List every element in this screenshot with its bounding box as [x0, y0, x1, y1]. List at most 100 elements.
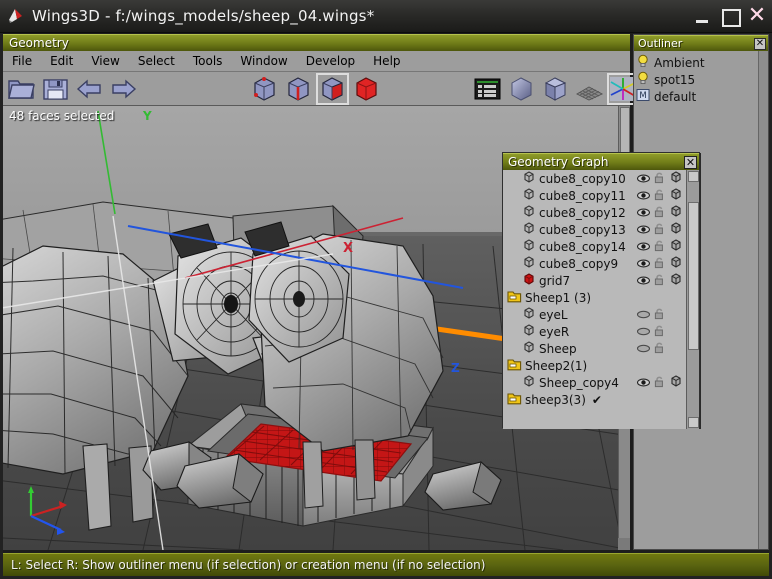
object-name: grid7	[539, 273, 571, 288]
geometry-graph-row[interactable]: Sheep	[503, 340, 699, 357]
geometry-graph-close-icon[interactable]: ✕	[684, 155, 697, 169]
window-title: Wings3D - f:/wings_models/sheep_04.wings…	[32, 7, 375, 25]
eye-open-icon[interactable]	[636, 373, 651, 392]
viewport-status-text: 48 faces selected	[9, 109, 115, 123]
save-file-icon[interactable]	[40, 74, 71, 104]
body-mode-icon[interactable]	[351, 74, 382, 104]
face-mode-icon[interactable]	[316, 72, 349, 105]
menu-item-view[interactable]: View	[82, 53, 128, 70]
geometry-graph-row[interactable]: cube8_copy9	[503, 255, 699, 272]
wireframe-cube-icon[interactable]	[669, 271, 683, 290]
vertex-mode-icon[interactable]	[249, 74, 280, 104]
open-file-icon[interactable]	[6, 74, 37, 104]
material-m-icon: M	[636, 87, 650, 106]
geometry-graph-scrollbar[interactable]	[686, 170, 699, 429]
properties-panel-icon[interactable]	[472, 74, 503, 104]
geometry-graph-list: cube8_copy10 cube8_copy11 cube8_copy12 c…	[503, 170, 699, 429]
geometry-panel-title: Geometry	[9, 36, 69, 50]
geometry-graph-row[interactable]: cube8_copy14	[503, 238, 699, 255]
geometry-graph-row[interactable]: grid7	[503, 272, 699, 289]
lock-open-icon[interactable]	[654, 271, 665, 290]
axis-label-z: Z	[451, 361, 460, 375]
lock-open-icon[interactable]	[654, 373, 665, 392]
flat-shade-icon[interactable]	[540, 74, 571, 104]
wings3d-window: Wings3D - f:/wings_models/sheep_04.wings…	[0, 0, 772, 579]
window-controls: ✕	[687, 0, 772, 32]
outliner-scrollbar[interactable]	[758, 51, 768, 549]
menu-item-select[interactable]: Select	[129, 53, 184, 70]
scroll-up-icon[interactable]	[688, 171, 699, 182]
wire-cube-icon	[522, 373, 536, 392]
menu-item-file[interactable]: File	[3, 53, 41, 70]
geometry-graph-row[interactable]: cube8_copy13	[503, 221, 699, 238]
folder-name: Sheep2(1)	[525, 358, 588, 373]
menu-bar: File Edit View Select Tools Window Devel…	[3, 51, 630, 72]
geometry-graph-window: Geometry Graph ✕ cube8_copy10 cube8_copy…	[502, 152, 700, 429]
geometry-graph-scrollbar-thumb[interactable]	[688, 202, 699, 350]
sheep-eye-right	[293, 291, 305, 307]
row-icons	[636, 271, 683, 290]
object-name: cube8_copy10	[539, 171, 626, 186]
axis-label-y: Y	[142, 109, 152, 123]
smooth-shade-icon[interactable]	[506, 74, 537, 104]
object-name: cube8_copy12	[539, 205, 626, 220]
undo-arrow-icon[interactable]	[74, 74, 105, 104]
outliner-item-label: spot15	[654, 72, 696, 87]
geometry-graph-row[interactable]: Sheep_copy4	[503, 374, 699, 391]
outliner-title-label: Outliner	[638, 37, 683, 50]
wireframe-cube-icon[interactable]	[669, 373, 683, 392]
outliner-item-spot15[interactable]: spot15	[636, 71, 768, 88]
geometry-graph-row[interactable]: cube8_copy12	[503, 204, 699, 221]
edge-mode-icon[interactable]	[283, 74, 314, 104]
outliner-item-label: default	[654, 89, 697, 104]
menu-item-develop[interactable]: Develop	[297, 53, 364, 70]
folder-icon	[507, 356, 522, 375]
svg-text:M: M	[639, 91, 646, 101]
eye-open-icon[interactable]	[636, 271, 651, 290]
maximize-button[interactable]	[719, 6, 741, 27]
geometry-graph-row[interactable]: cube8_copy10	[503, 170, 699, 187]
outliner-item-label: Ambient	[654, 55, 705, 70]
axis-label-x: X	[343, 241, 353, 256]
sheep-eye-left	[224, 295, 238, 313]
wireframe-icon[interactable]	[574, 74, 605, 104]
scroll-down-icon[interactable]	[688, 417, 699, 428]
object-name: Sheep	[539, 341, 577, 356]
object-name: cube8_copy9	[539, 256, 619, 271]
geometry-panel-titlebar[interactable]: Geometry	[3, 34, 630, 51]
outliner-titlebar[interactable]: Outliner ✕	[634, 35, 768, 51]
folder-icon	[507, 288, 522, 307]
geometry-graph-folder-row[interactable]: Sheep1 (3)	[503, 289, 699, 306]
geometry-graph-row[interactable]: eyeR	[503, 323, 699, 340]
close-button[interactable]: ✕	[746, 5, 768, 27]
geometry-graph-folder-row[interactable]: Sheep2(1)	[503, 357, 699, 374]
object-name: eyeR	[539, 324, 570, 339]
eye-closed-icon[interactable]	[636, 339, 651, 358]
status-bar-text: L: Select R: Show outliner menu (if sele…	[11, 558, 486, 572]
minimize-button[interactable]	[692, 6, 714, 27]
outliner-close-icon[interactable]: ✕	[754, 37, 766, 50]
redo-arrow-icon[interactable]	[108, 74, 139, 104]
geometry-graph-row[interactable]: eyeL	[503, 306, 699, 323]
geometry-graph-row[interactable]: cube8_copy11	[503, 187, 699, 204]
lock-open-icon[interactable]	[654, 339, 665, 358]
geometry-graph-titlebar[interactable]: Geometry Graph ✕	[503, 153, 699, 170]
geometry-graph-folder-row[interactable]: sheep3(3) ✔	[503, 391, 699, 408]
viewport-resize-corner[interactable]	[618, 538, 630, 550]
row-icons	[636, 373, 683, 392]
folder-name: sheep3(3)	[525, 392, 586, 407]
object-name: cube8_copy11	[539, 188, 626, 203]
status-bar: L: Select R: Show outliner menu (if sele…	[3, 553, 769, 576]
menu-item-window[interactable]: Window	[231, 53, 296, 70]
object-name: cube8_copy13	[539, 222, 626, 237]
menu-item-help[interactable]: Help	[364, 53, 409, 70]
outliner-item-default[interactable]: M default	[636, 88, 768, 105]
outliner-item-ambient[interactable]: Ambient	[636, 54, 768, 71]
checkmark-icon: ✔	[591, 392, 602, 407]
window-title-bar: Wings3D - f:/wings_models/sheep_04.wings…	[0, 0, 772, 33]
menu-item-tools[interactable]: Tools	[184, 53, 232, 70]
object-name: cube8_copy14	[539, 239, 626, 254]
axis-line-y	[97, 110, 116, 215]
menu-item-edit[interactable]: Edit	[41, 53, 82, 70]
viewport-scrollbar-thumb[interactable]	[620, 107, 630, 155]
